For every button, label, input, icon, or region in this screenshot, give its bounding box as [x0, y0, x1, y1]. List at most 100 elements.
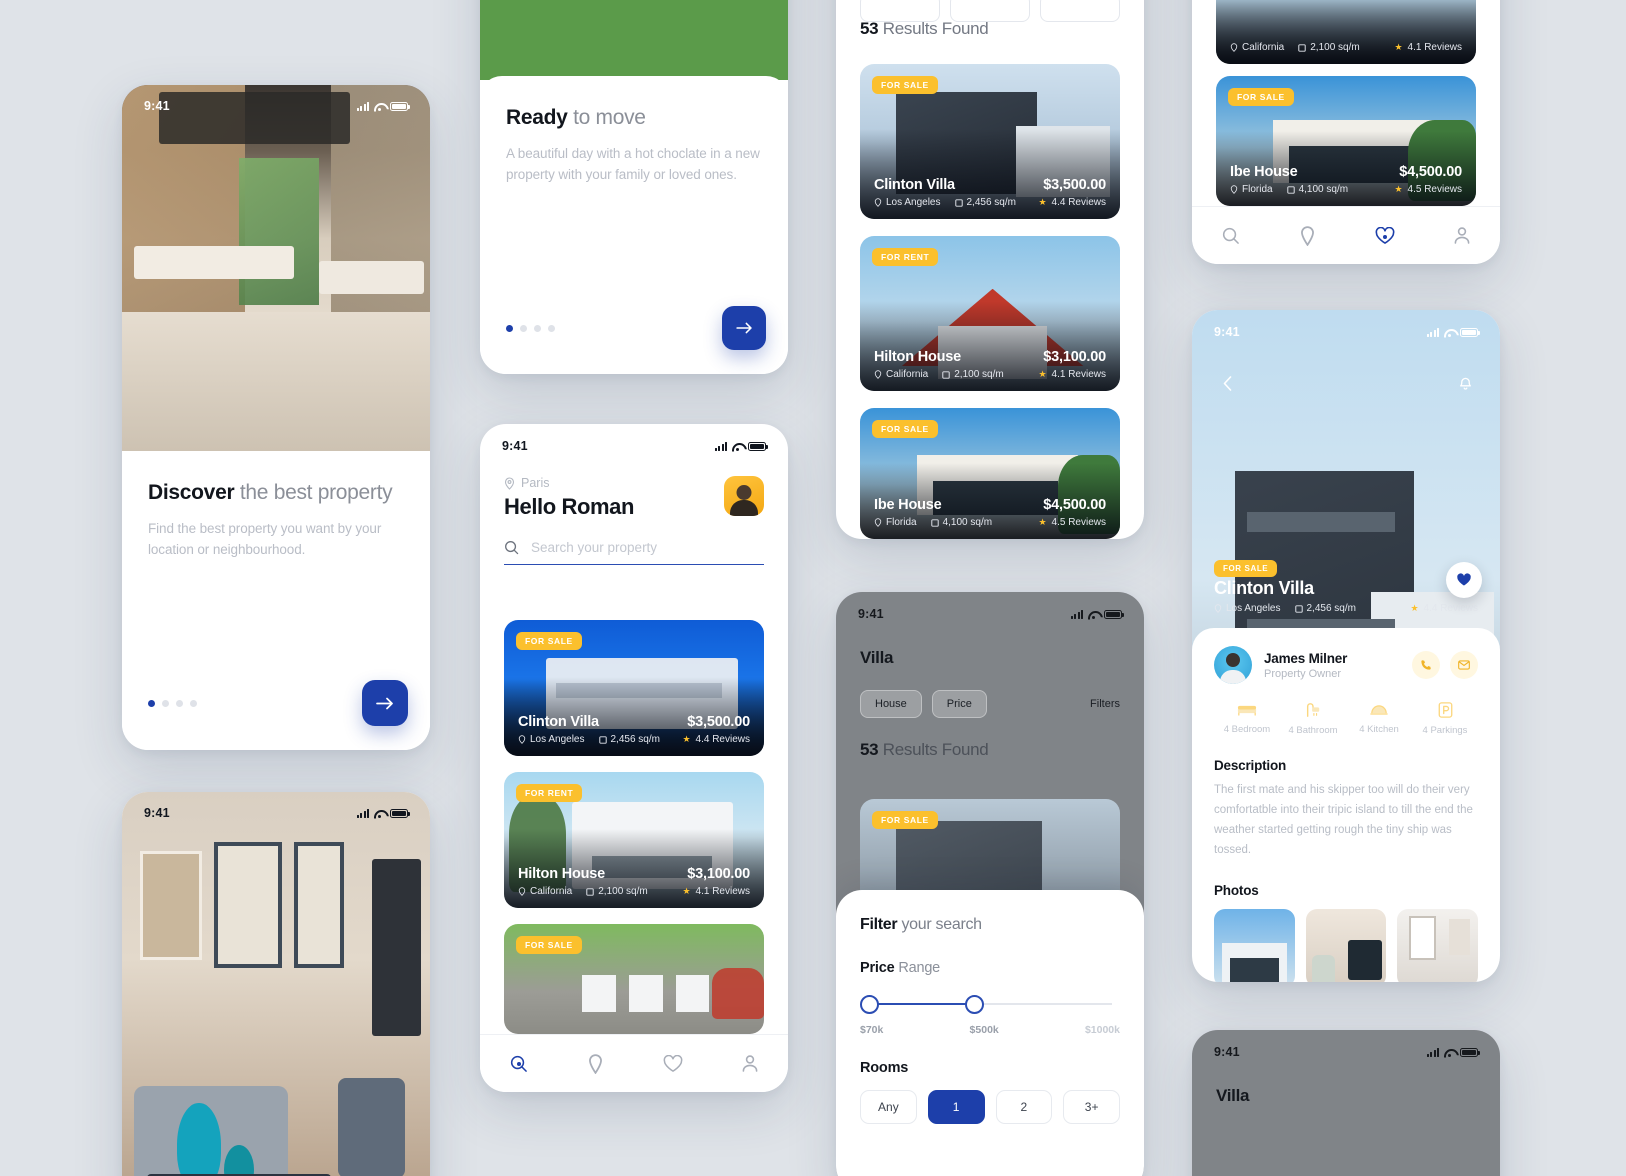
location-row[interactable]: Paris — [504, 476, 634, 490]
battery-icon — [390, 101, 410, 111]
favourites-screen: California 2,100 sq/m ★ 4.1 Reviews FOR … — [1192, 0, 1500, 264]
nav-item-favourites[interactable] — [1346, 226, 1423, 245]
wifi-icon — [374, 809, 385, 818]
property-card[interactable]: FOR SALE Clinton Villa $3,500.00 Los Ang… — [504, 620, 764, 756]
wifi-icon — [1444, 328, 1455, 337]
kitchen-icon — [1370, 705, 1388, 715]
amenity-label: 4 Kitchen — [1359, 724, 1399, 735]
search-placeholder: Search your property — [531, 540, 658, 555]
property-reviews: ★ 4.4 Reviews — [682, 734, 750, 745]
property-price: $3,100.00 — [1043, 349, 1106, 365]
status-badge: FOR SALE — [872, 420, 938, 438]
next-button[interactable] — [722, 306, 766, 350]
nav-item-explore[interactable] — [557, 1053, 634, 1074]
filter-sheet-title: Filter your search — [860, 916, 982, 933]
slider-knob-max[interactable] — [965, 995, 984, 1014]
property-area: 2,100 sq/m — [1298, 42, 1360, 53]
pagination-dots[interactable] — [148, 699, 197, 707]
results-count: 53 Results Found — [860, 740, 1120, 760]
nav-item-search[interactable] — [1192, 226, 1269, 245]
filter-sheet: Filter your search Price Range $70k $500… — [836, 890, 1144, 1176]
property-city: Los Angeles — [874, 197, 941, 208]
slider-knob-min[interactable] — [860, 995, 879, 1014]
heart-icon — [1375, 226, 1394, 244]
property-card[interactable]: FOR SALE — [504, 924, 764, 1034]
mail-button[interactable] — [1450, 651, 1478, 679]
property-city: Los Angeles — [518, 734, 585, 745]
map-pin-icon — [1301, 225, 1314, 246]
price-range-slider[interactable] — [860, 993, 1120, 1015]
room-option-2[interactable]: 2 — [995, 1090, 1053, 1124]
area-icon — [930, 518, 939, 527]
property-name: Ibe House — [1230, 164, 1298, 180]
page-description: Find the best property you want by your … — [148, 521, 382, 557]
photos-row — [1214, 908, 1479, 982]
home-screen: 9:41 Paris Hello Roman Search your prope… — [480, 424, 788, 1092]
detail-sheet: James Milner Property Owner 4 Bedroom 4 … — [1192, 628, 1500, 982]
area-icon — [1298, 43, 1306, 52]
heart-icon — [663, 1054, 682, 1072]
photo-thumb[interactable] — [1214, 908, 1295, 982]
room-option-any[interactable]: Any — [860, 1090, 917, 1124]
star-icon: ★ — [1394, 184, 1403, 194]
avatar[interactable] — [724, 476, 764, 516]
property-reviews: ★ 4.1 Reviews — [1394, 42, 1462, 53]
property-card[interactable]: FOR SALE Ibe House $4,500.00 Florida 4,1… — [1216, 76, 1476, 206]
nav-item-search[interactable] — [480, 1054, 557, 1073]
favourite-button[interactable] — [1446, 562, 1482, 598]
page-title-strong: Ready — [506, 106, 568, 129]
area-icon — [942, 370, 950, 379]
property-reviews: ★ 4.4 Reviews — [1038, 197, 1106, 208]
star-icon: ★ — [1038, 197, 1047, 207]
livingroom-photo: 9:41 — [122, 792, 430, 1176]
room-option-1[interactable]: 1 — [927, 1090, 985, 1124]
user-icon — [742, 1055, 757, 1072]
property-card[interactable]: FOR RENT Hilton House $3,100.00 Californ… — [504, 772, 764, 908]
battery-icon — [1460, 1047, 1480, 1057]
room-option-3plus[interactable]: 3+ — [1063, 1090, 1120, 1124]
property-reviews: ★ 4.5 Reviews — [1038, 517, 1106, 528]
nav-item-profile[interactable] — [1423, 226, 1500, 245]
property-reviews: ★ 4.1 Reviews — [1038, 369, 1106, 380]
shower-icon — [1306, 703, 1320, 717]
notification-button[interactable] — [1450, 368, 1480, 398]
price-max-label: $1000k — [1084, 1024, 1120, 1036]
user-icon — [1454, 227, 1469, 244]
property-card[interactable]: California 2,100 sq/m ★ 4.1 Reviews — [1216, 0, 1476, 64]
property-info: California 2,100 sq/m ★ 4.1 Reviews — [1230, 42, 1462, 53]
page-title: Villa — [1216, 1086, 1250, 1105]
next-button[interactable] — [362, 680, 408, 726]
filter-chip-row: House Price Filters — [860, 690, 1120, 718]
status-bar: 9:41 — [1192, 1030, 1500, 1060]
nav-item-explore[interactable] — [1269, 225, 1346, 246]
property-card[interactable]: FOR SALE Clinton Villa $3,500.00 Los Ang… — [860, 64, 1120, 219]
slider-labels: $70k $500k $1000k — [860, 1024, 1120, 1036]
status-indicators — [1426, 327, 1480, 337]
mail-icon — [1458, 660, 1470, 670]
photo-thumb[interactable] — [1305, 908, 1387, 982]
chip-more[interactable] — [1040, 0, 1120, 22]
amenity-label: 4 Bedroom — [1223, 724, 1271, 735]
call-button[interactable] — [1412, 651, 1440, 679]
page-title-rest: the best property — [234, 481, 393, 504]
property-name: Ibe House — [874, 497, 942, 513]
filters-button[interactable]: Filters — [1090, 698, 1120, 710]
signal-icon — [1426, 327, 1439, 337]
chip-house[interactable]: House — [860, 690, 922, 718]
chip-price[interactable]: Price — [931, 690, 987, 718]
nav-item-profile[interactable] — [711, 1054, 788, 1073]
status-indicators — [356, 101, 410, 111]
status-time: 9:41 — [144, 806, 170, 820]
property-info: Clinton Villa $3,500.00 Los Angeles 2,45… — [518, 714, 750, 745]
search-input[interactable]: Search your property — [504, 540, 764, 565]
property-card[interactable]: FOR RENT Hilton House $3,100.00 Californ… — [860, 236, 1120, 391]
photo-thumb[interactable] — [1397, 908, 1479, 982]
greeting-title: Hello Roman — [504, 494, 635, 519]
star-icon: ★ — [1394, 42, 1403, 52]
back-button[interactable] — [1212, 368, 1242, 398]
property-card[interactable]: FOR SALE Ibe House $4,500.00 Florida 4,1… — [860, 408, 1120, 539]
nav-item-favourites[interactable] — [634, 1054, 711, 1073]
pagination-dots[interactable] — [506, 324, 555, 332]
property-city: Florida — [874, 517, 917, 528]
status-time: 9:41 — [1214, 1045, 1240, 1059]
